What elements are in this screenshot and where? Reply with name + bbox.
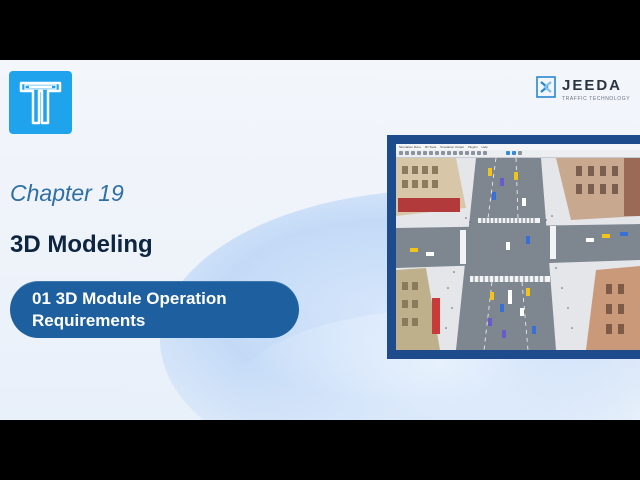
jeeda-logo-icon: [536, 76, 556, 98]
toolbar-button[interactable]: [423, 151, 427, 155]
simulation-screenshot: Simulation Runs 3D Tools Simulation Outp…: [387, 135, 640, 359]
chapter-label: Chapter 19: [10, 180, 124, 206]
toolbar-button[interactable]: [483, 151, 487, 155]
menu-item[interactable]: 3D Tools: [425, 145, 437, 149]
stop-button[interactable]: [518, 151, 522, 155]
step-button[interactable]: [512, 151, 516, 155]
toolbar-button[interactable]: [465, 151, 469, 155]
toolbar-button[interactable]: [405, 151, 409, 155]
letterbox-bottom: [0, 420, 640, 480]
brand-logo: JEEDA TRAFFIC TECHNOLOGY: [534, 74, 630, 106]
toolbar-button[interactable]: [399, 151, 403, 155]
slide-title: 3D Modeling: [10, 231, 153, 258]
toolbar: [396, 150, 640, 158]
menu-item[interactable]: Help: [482, 145, 488, 149]
tram-track-logo-icon: [9, 71, 72, 134]
menu-item[interactable]: Simulation Output: [440, 145, 464, 149]
toolbar-button[interactable]: [441, 151, 445, 155]
menu-item[interactable]: Plugins: [468, 145, 478, 149]
subtitle-text: 01 3D Module Operation Requirements: [32, 289, 227, 330]
toolbar-button[interactable]: [477, 151, 481, 155]
toolbar-button[interactable]: [411, 151, 415, 155]
subtitle-pill: 01 3D Module Operation Requirements: [10, 281, 299, 338]
toolbar-button[interactable]: [429, 151, 433, 155]
slide: JEEDA TRAFFIC TECHNOLOGY Chapter 19 3D M…: [0, 60, 640, 420]
toolbar-button[interactable]: [471, 151, 475, 155]
toolbar-button[interactable]: [453, 151, 457, 155]
brand-tagline: TRAFFIC TECHNOLOGY: [562, 96, 631, 102]
toolbar-button[interactable]: [417, 151, 421, 155]
simulation-window: Simulation Runs 3D Tools Simulation Outp…: [396, 144, 640, 350]
toolbar-button[interactable]: [459, 151, 463, 155]
3d-intersection-view[interactable]: [396, 158, 640, 350]
menu-item[interactable]: Simulation Runs: [399, 145, 421, 149]
play-button[interactable]: [506, 151, 510, 155]
brand-name: JEEDA: [562, 77, 623, 94]
toolbar-button[interactable]: [435, 151, 439, 155]
toolbar-button[interactable]: [447, 151, 451, 155]
